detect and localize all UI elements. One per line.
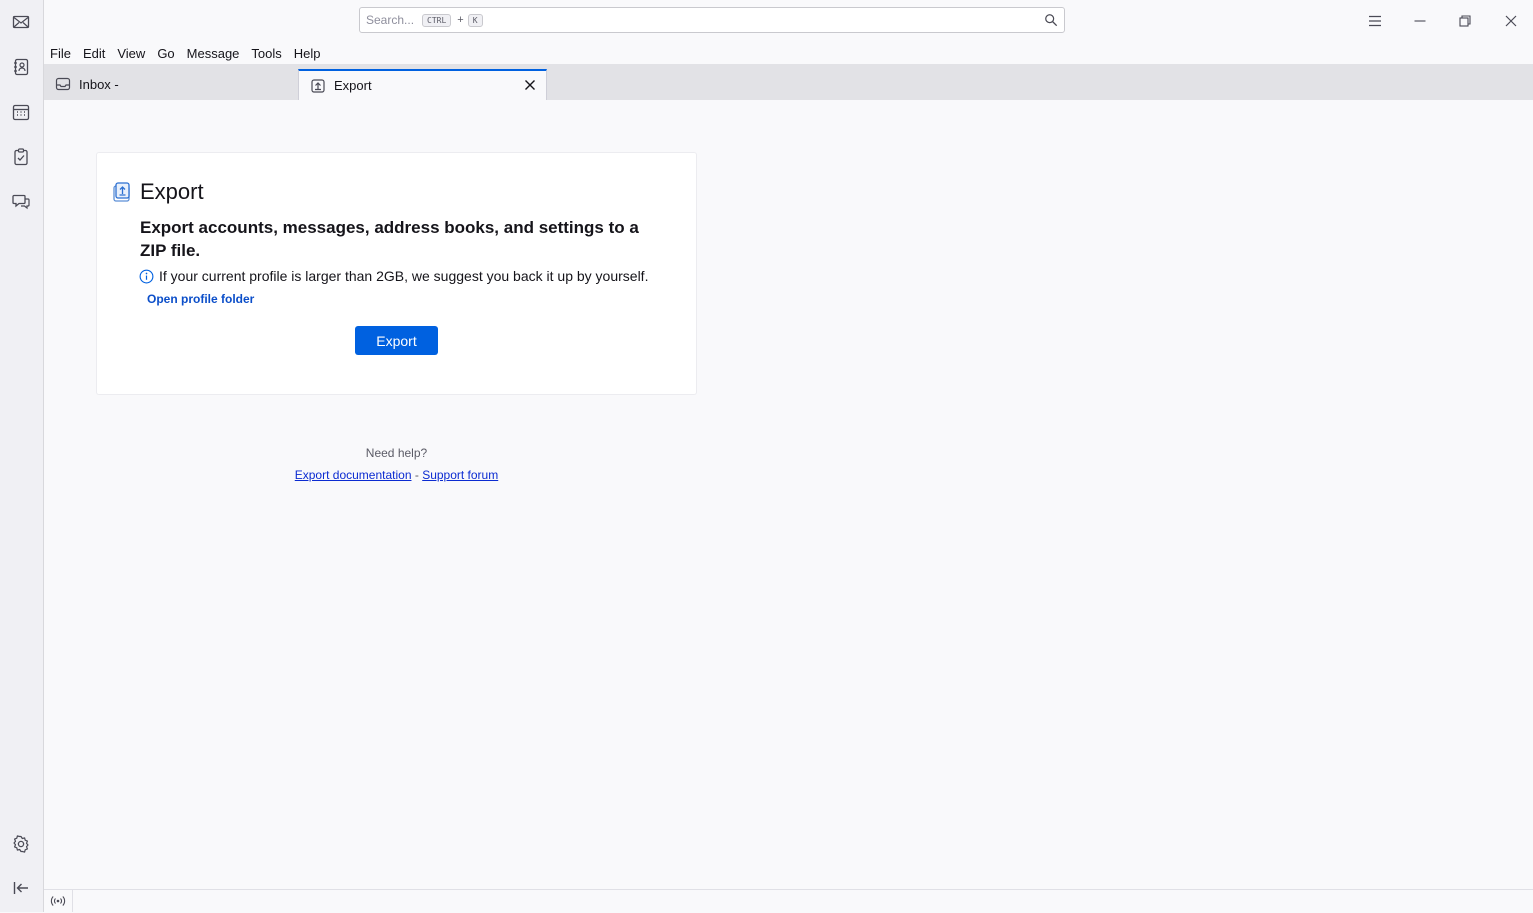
online-status-button[interactable] xyxy=(44,890,73,912)
title-bar: Search... CTRL + K xyxy=(44,0,1533,42)
address-book-icon xyxy=(14,58,29,76)
tab-export-label: Export xyxy=(334,78,372,93)
tab-inbox-label: Inbox - xyxy=(79,76,119,92)
close-window-button[interactable] xyxy=(1501,11,1521,31)
export-description: Export accounts, messages, address books… xyxy=(140,218,639,260)
shortcut-plus: + xyxy=(457,14,464,26)
status-bar xyxy=(44,889,1533,913)
broadcast-icon xyxy=(50,896,66,906)
menu-tools[interactable]: Tools xyxy=(245,46,287,61)
address-book-space-button[interactable] xyxy=(7,53,35,81)
mail-space-button[interactable] xyxy=(7,8,35,36)
shortcut-key-ctrl: CTRL xyxy=(422,13,452,27)
calendar-icon xyxy=(12,104,30,121)
export-button[interactable]: Export xyxy=(355,326,438,355)
help-section: Need help? Export documentation - Suppor… xyxy=(97,446,696,482)
gear-icon xyxy=(13,835,29,853)
menu-file[interactable]: File xyxy=(44,46,77,61)
close-icon xyxy=(525,80,535,90)
global-search-box[interactable]: Search... CTRL + K xyxy=(359,7,1065,33)
hamburger-menu-icon xyxy=(1369,15,1381,27)
mail-icon xyxy=(12,15,30,29)
profile-size-notice-text: If your current profile is larger than 2… xyxy=(159,268,649,284)
app-menu-button[interactable] xyxy=(1365,11,1385,31)
export-card: Export Export accounts, messages, addres… xyxy=(97,153,696,394)
menu-message[interactable]: Message xyxy=(181,46,246,61)
tasks-icon xyxy=(14,148,28,166)
search-icon[interactable] xyxy=(1044,13,1058,27)
export-icon xyxy=(113,182,130,202)
tab-strip: Inbox - Export xyxy=(44,64,1533,100)
export-tab-icon xyxy=(311,78,325,93)
calendar-space-button[interactable] xyxy=(7,98,35,126)
minimize-icon xyxy=(1414,20,1426,22)
tasks-space-button[interactable] xyxy=(7,143,35,171)
menu-help[interactable]: Help xyxy=(288,46,327,61)
help-heading: Need help? xyxy=(365,446,428,460)
search-placeholder: Search... xyxy=(366,13,415,27)
menu-edit[interactable]: Edit xyxy=(77,46,111,61)
menu-bar: File Edit View Go Message Tools Help xyxy=(44,42,1533,64)
chat-icon xyxy=(12,194,30,210)
info-icon xyxy=(139,269,154,283)
export-title: Export xyxy=(140,179,204,204)
menu-view[interactable]: View xyxy=(111,46,151,61)
collapse-left-icon xyxy=(13,882,28,894)
spaces-toolbar xyxy=(0,0,44,912)
collapse-spaces-button[interactable] xyxy=(7,874,35,902)
minimize-button[interactable] xyxy=(1410,11,1430,31)
profile-size-notice: If your current profile is larger than 2… xyxy=(139,268,648,284)
open-profile-folder-link[interactable]: Open profile folder xyxy=(147,292,254,306)
menu-go[interactable]: Go xyxy=(151,46,180,61)
chat-space-button[interactable] xyxy=(7,187,35,215)
export-header: Export xyxy=(112,179,204,205)
settings-button[interactable] xyxy=(7,830,35,858)
export-documentation-link[interactable]: Export documentation xyxy=(295,468,412,482)
restore-button[interactable] xyxy=(1455,11,1475,31)
help-separator: - xyxy=(414,468,419,482)
restore-icon xyxy=(1459,15,1471,27)
tab-export[interactable]: Export xyxy=(298,69,547,100)
tab-close-button[interactable] xyxy=(522,77,538,93)
close-icon xyxy=(1505,15,1517,27)
support-forum-link[interactable]: Support forum xyxy=(422,468,498,482)
shortcut-key-k: K xyxy=(467,13,483,27)
tab-inbox[interactable]: Inbox - xyxy=(44,68,298,100)
help-links: Export documentation - Support forum xyxy=(97,468,696,482)
inbox-icon xyxy=(55,77,71,91)
